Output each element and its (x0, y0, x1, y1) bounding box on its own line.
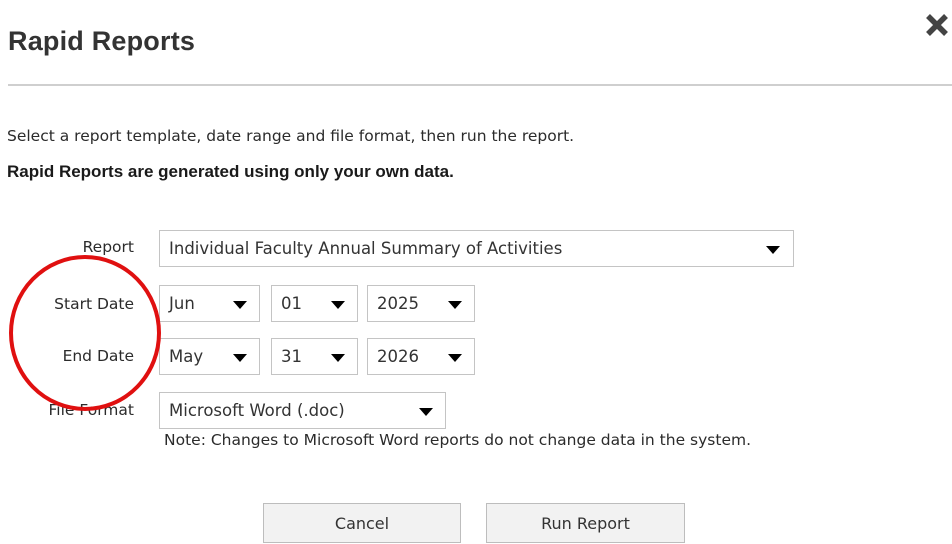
chevron-down-icon (331, 301, 345, 309)
report-select[interactable]: Individual Faculty Annual Summary of Act… (159, 230, 794, 267)
start-month-value: Jun (169, 294, 195, 313)
start-year-value: 2025 (377, 294, 419, 313)
file-format-value: Microsoft Word (.doc) (169, 401, 345, 420)
file-format-note: Note: Changes to Microsoft Word reports … (164, 431, 752, 449)
chevron-down-icon (331, 354, 345, 362)
cancel-button[interactable]: Cancel (263, 503, 461, 543)
file-format-select[interactable]: Microsoft Word (.doc) (159, 392, 446, 429)
chevron-down-icon (448, 354, 462, 362)
close-icon (926, 14, 948, 36)
instructions-text: Select a report template, date range and… (7, 127, 575, 145)
end-year-select[interactable]: 2026 (367, 338, 475, 375)
run-report-button[interactable]: Run Report (486, 503, 685, 543)
report-select-value: Individual Faculty Annual Summary of Act… (169, 239, 563, 258)
report-label: Report (82, 238, 134, 256)
chevron-down-icon (233, 354, 247, 362)
close-button[interactable] (922, 10, 952, 40)
chevron-down-icon (448, 301, 462, 309)
end-year-value: 2026 (377, 347, 419, 366)
chevron-down-icon (419, 408, 433, 416)
file-format-label: File Format (48, 401, 135, 419)
start-month-select[interactable]: Jun (159, 285, 260, 322)
chevron-down-icon (233, 301, 247, 309)
data-scope-notice: Rapid Reports are generated using only y… (7, 162, 454, 181)
end-month-value: May (169, 347, 204, 366)
start-day-value: 01 (281, 294, 302, 313)
start-year-select[interactable]: 2025 (367, 285, 475, 322)
end-day-value: 31 (281, 347, 302, 366)
start-day-select[interactable]: 01 (271, 285, 358, 322)
end-date-label: End Date (62, 347, 134, 365)
chevron-down-icon (766, 246, 780, 254)
end-month-select[interactable]: May (159, 338, 260, 375)
annotation-circle (9, 255, 161, 411)
header-divider (8, 84, 952, 86)
end-day-select[interactable]: 31 (271, 338, 358, 375)
start-date-label: Start Date (54, 295, 134, 313)
dialog-title: Rapid Reports (8, 26, 196, 56)
